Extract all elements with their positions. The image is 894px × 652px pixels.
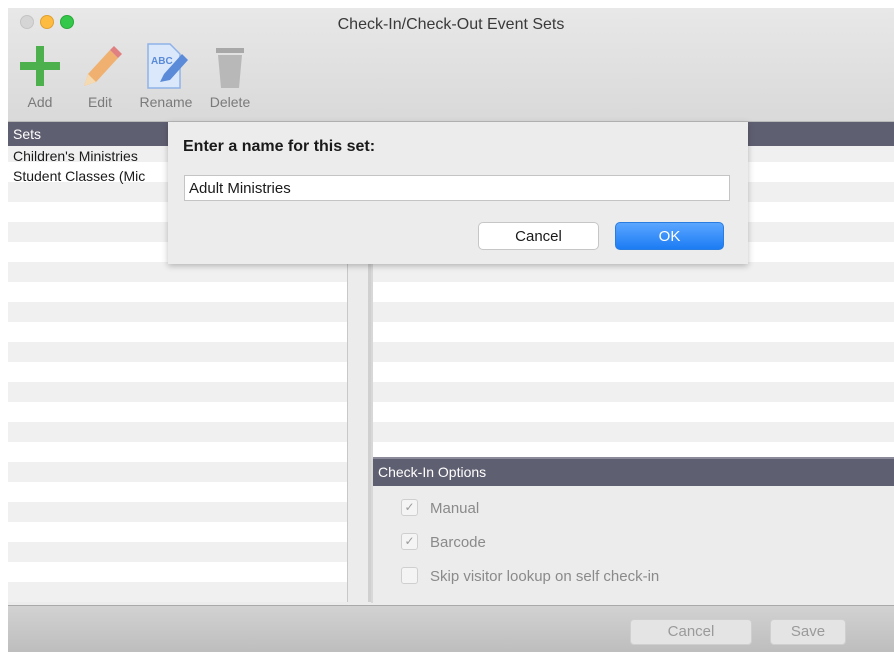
options-header: Check-In Options — [373, 457, 894, 486]
barcode-checkbox[interactable]: ✓ — [401, 532, 418, 550]
dialog-ok-button[interactable]: OK — [615, 222, 724, 250]
manual-label: Manual — [430, 500, 480, 517]
delete-button[interactable]: Delete — [202, 42, 258, 118]
plus-icon — [20, 46, 60, 86]
rename-label: Rename — [139, 94, 193, 110]
barcode-label: Barcode — [430, 534, 486, 551]
edit-label: Edit — [87, 94, 113, 110]
dialog-cancel-button[interactable]: Cancel — [478, 222, 599, 250]
barcode-option[interactable]: ✓ Barcode — [401, 532, 486, 553]
delete-label: Delete — [209, 94, 251, 110]
skip-lookup-option[interactable]: Skip visitor lookup on self check-in — [401, 566, 660, 587]
bottom-bar: Cancel Save — [8, 605, 894, 652]
save-button[interactable]: Save — [770, 619, 846, 645]
title-toolbar: Check-In/Check-Out Event Sets Add Edit A… — [8, 8, 894, 122]
set-name-input[interactable] — [184, 175, 730, 201]
check-in-options-panel: Check-In Options ✓ Manual ✓ Barcode Skip v… — [371, 457, 894, 603]
skip-lookup-checkbox[interactable] — [401, 566, 418, 584]
add-label: Add — [27, 94, 53, 110]
window-title: Check-In/Check-Out Event Sets — [337, 16, 565, 33]
main-window: Check-In/Check-Out Event Sets Add Edit A… — [8, 8, 894, 652]
footer-cancel-button[interactable]: Cancel — [630, 619, 752, 645]
dialog-prompt: Enter a name for this set: — [183, 138, 376, 155]
edit-button[interactable]: Edit — [72, 42, 128, 118]
skip-lookup-label: Skip visitor lookup on self check-in — [430, 568, 660, 585]
manual-checkbox[interactable]: ✓ — [401, 498, 418, 516]
name-set-dialog: Enter a name for this set: Cancel OK — [168, 122, 748, 264]
add-button[interactable]: Add — [12, 42, 68, 118]
pencil-icon — [84, 46, 122, 86]
rename-document-icon: ABC — [147, 43, 188, 89]
manual-option[interactable]: ✓ Manual — [401, 498, 480, 519]
rename-button[interactable]: ABC Rename — [138, 42, 194, 118]
trash-icon — [216, 48, 244, 88]
svg-text:ABC: ABC — [151, 56, 173, 67]
